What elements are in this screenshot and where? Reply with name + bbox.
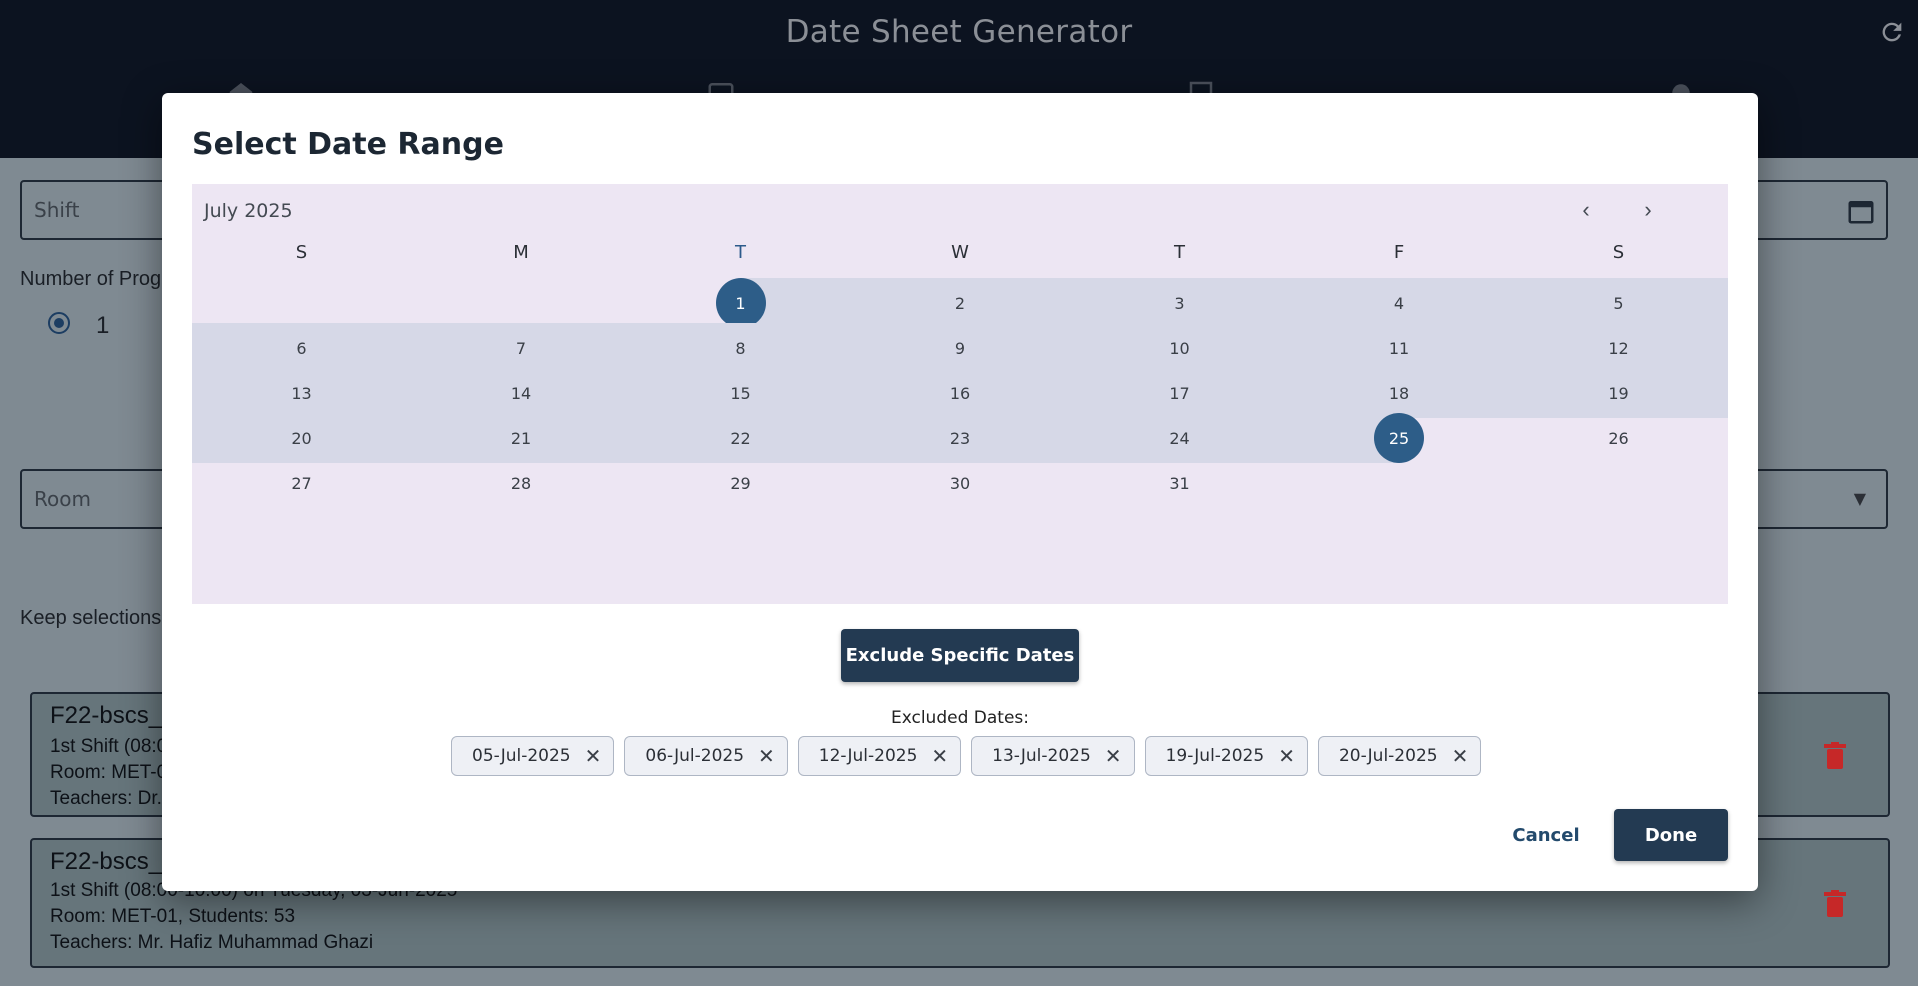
chip-label: 06-Jul-2025 — [645, 746, 745, 766]
done-button[interactable]: Done — [1614, 809, 1728, 861]
excluded-date-chip: 20-Jul-2025 ✕ — [1317, 736, 1482, 776]
calendar-day[interactable]: 7 — [496, 323, 546, 373]
close-icon[interactable]: ✕ — [758, 744, 775, 768]
calendar-day[interactable]: 6 — [277, 323, 327, 373]
calendar-day[interactable]: 4 — [1374, 278, 1424, 328]
calendar-day[interactable]: 1 — [715, 278, 766, 328]
exclude-dates-button[interactable]: Exclude Specific Dates — [841, 629, 1079, 682]
weekday-header: W — [951, 242, 969, 263]
calendar-day[interactable]: 12 — [1594, 323, 1644, 373]
chip-label: 05-Jul-2025 — [472, 746, 571, 766]
calendar-day[interactable]: 11 — [1374, 323, 1424, 373]
calendar-day[interactable]: 13 — [277, 368, 327, 418]
weekday-header: F — [1393, 242, 1405, 263]
close-icon[interactable]: ✕ — [931, 744, 948, 768]
close-icon[interactable]: ✕ — [1278, 744, 1295, 768]
calendar-day[interactable]: 3 — [1155, 278, 1205, 328]
weekday-header: M — [513, 242, 529, 263]
calendar-day[interactable]: 5 — [1594, 278, 1644, 328]
close-icon[interactable]: ✕ — [1105, 744, 1122, 768]
calendar-day[interactable]: 29 — [716, 458, 766, 508]
calendar-day[interactable]: 15 — [716, 368, 766, 418]
calendar-day[interactable]: 8 — [716, 323, 766, 373]
close-icon[interactable]: ✕ — [1452, 744, 1469, 768]
calendar-day[interactable]: 30 — [935, 458, 985, 508]
calendar-day[interactable]: 18 — [1374, 368, 1424, 418]
calendar-day[interactable]: 9 — [935, 323, 985, 373]
chip-label: 19-Jul-2025 — [1165, 746, 1265, 766]
calendar-day[interactable]: 2 — [935, 278, 985, 328]
month-label[interactable]: July 2025 — [204, 200, 293, 222]
calendar-day[interactable]: 14 — [496, 368, 546, 418]
calendar-day[interactable]: 10 — [1155, 323, 1205, 373]
excluded-dates-list: 05-Jul-2025 ✕ 06-Jul-2025 ✕ 12-Jul-2025 ✕ 13-J… — [451, 736, 1482, 776]
weekday-header: T — [1174, 242, 1185, 263]
weekday-header: S — [295, 242, 308, 263]
close-icon[interactable]: ✕ — [585, 744, 602, 768]
calendar-day[interactable]: 31 — [1155, 458, 1205, 508]
excluded-dates-label: Excluded Dates: — [890, 708, 1029, 728]
calendar-day[interactable]: 26 — [1594, 413, 1644, 463]
excluded-date-chip: 06-Jul-2025 ✕ — [624, 736, 788, 776]
excluded-date-chip: 13-Jul-2025 ✕ — [971, 736, 1135, 776]
calendar-day[interactable]: 23 — [935, 413, 985, 463]
calendar-day[interactable]: 21 — [496, 413, 546, 463]
chevron-right-icon: › — [1644, 197, 1652, 222]
range-band — [192, 413, 1399, 463]
calendar-day[interactable]: 17 — [1155, 368, 1205, 418]
chip-label: 20-Jul-2025 — [1338, 746, 1438, 766]
chip-label: 13-Jul-2025 — [992, 746, 1091, 766]
calendar-day[interactable]: 27 — [277, 458, 327, 508]
calendar-day[interactable]: 25 — [1374, 413, 1424, 463]
prev-month-button[interactable]: ‹ — [1568, 192, 1604, 228]
calendar-day[interactable]: 28 — [496, 458, 546, 508]
calendar-day[interactable]: 20 — [277, 413, 327, 463]
range-band — [740, 278, 1728, 328]
dialog-title: Select Date Range — [192, 127, 504, 162]
calendar-day[interactable]: 22 — [716, 413, 766, 463]
calendar-day[interactable]: 19 — [1594, 368, 1644, 418]
weekday-header: S — [1612, 242, 1625, 263]
calendar-day[interactable]: 24 — [1155, 413, 1205, 463]
weekday-header: T — [735, 242, 746, 263]
date-range-dialog: Select Date Range July 2025 ‹ › S M T W T F S 1… — [162, 93, 1758, 891]
excluded-date-chip: 05-Jul-2025 ✕ — [451, 736, 615, 776]
chip-label: 12-Jul-2025 — [818, 746, 918, 766]
cancel-button[interactable]: Cancel — [1506, 809, 1586, 861]
calendar-day[interactable]: 16 — [935, 368, 985, 418]
next-month-button[interactable]: › — [1630, 192, 1666, 228]
excluded-date-chip: 12-Jul-2025 ✕ — [797, 736, 962, 776]
excluded-date-chip: 19-Jul-2025 ✕ — [1144, 736, 1308, 776]
chevron-left-icon: ‹ — [1582, 197, 1590, 222]
calendar: July 2025 ‹ › S M T W T F S 1 2 3 4 5 6 7 8 9 10 11 12 13 14… — [192, 184, 1728, 604]
